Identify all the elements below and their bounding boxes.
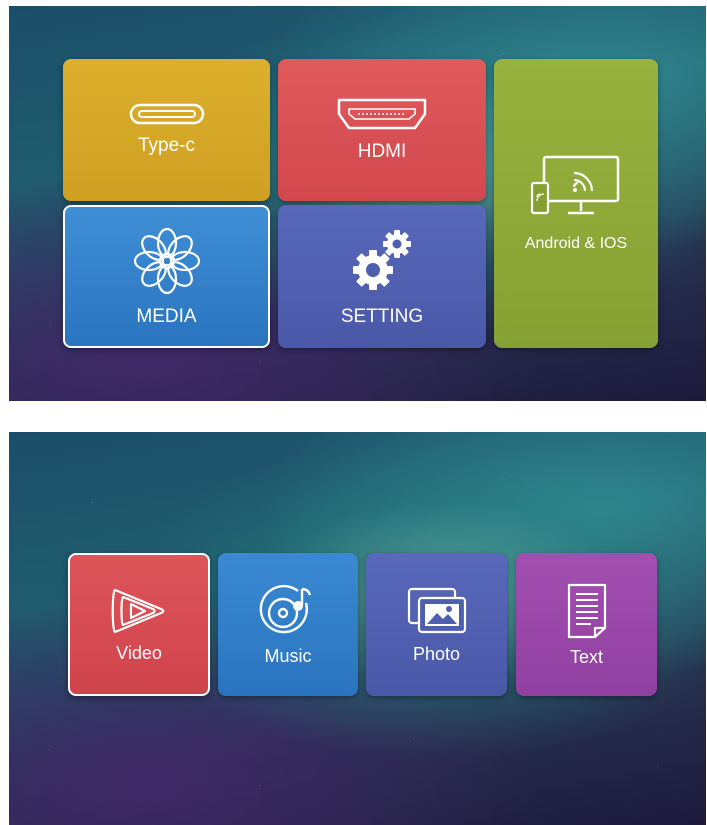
- tile-video-label: Video: [116, 642, 162, 663]
- gears-icon: [353, 229, 411, 290]
- photo-icon: [407, 587, 466, 633]
- tile-hdmi[interactable]: HDMI: [278, 59, 486, 201]
- tile-text-label: Text: [569, 646, 603, 667]
- tile-music[interactable]: Music: [218, 553, 358, 696]
- tile-type-c[interactable]: Type-c: [63, 59, 270, 201]
- tile-setting[interactable]: SETTING: [278, 205, 486, 348]
- document-icon: [567, 583, 606, 638]
- tile-type-c-label: Type-c: [137, 135, 196, 156]
- video-play-icon: [111, 588, 165, 633]
- tile-media[interactable]: MEDIA: [63, 205, 270, 348]
- tile-android-ios[interactable]: Android & IOS: [494, 59, 658, 348]
- flower-icon: [133, 227, 200, 294]
- hdmi-icon: [337, 98, 427, 130]
- tile-text[interactable]: Text: [516, 553, 657, 696]
- tile-setting-label: SETTING: [340, 305, 424, 327]
- screen-mirroring-icon: [530, 155, 620, 214]
- usb-typec-icon: [129, 103, 204, 125]
- tile-media-label: MEDIA: [136, 305, 197, 327]
- tile-android-ios-label: Android & IOS: [524, 234, 628, 252]
- tile-music-label: Music: [264, 645, 312, 666]
- tile-video[interactable]: Video: [68, 553, 210, 696]
- tile-hdmi-label: HDMI: [357, 141, 407, 162]
- tile-photo-label: Photo: [412, 643, 461, 664]
- music-disc-icon: [259, 584, 312, 633]
- tile-photo[interactable]: Photo: [366, 553, 507, 696]
